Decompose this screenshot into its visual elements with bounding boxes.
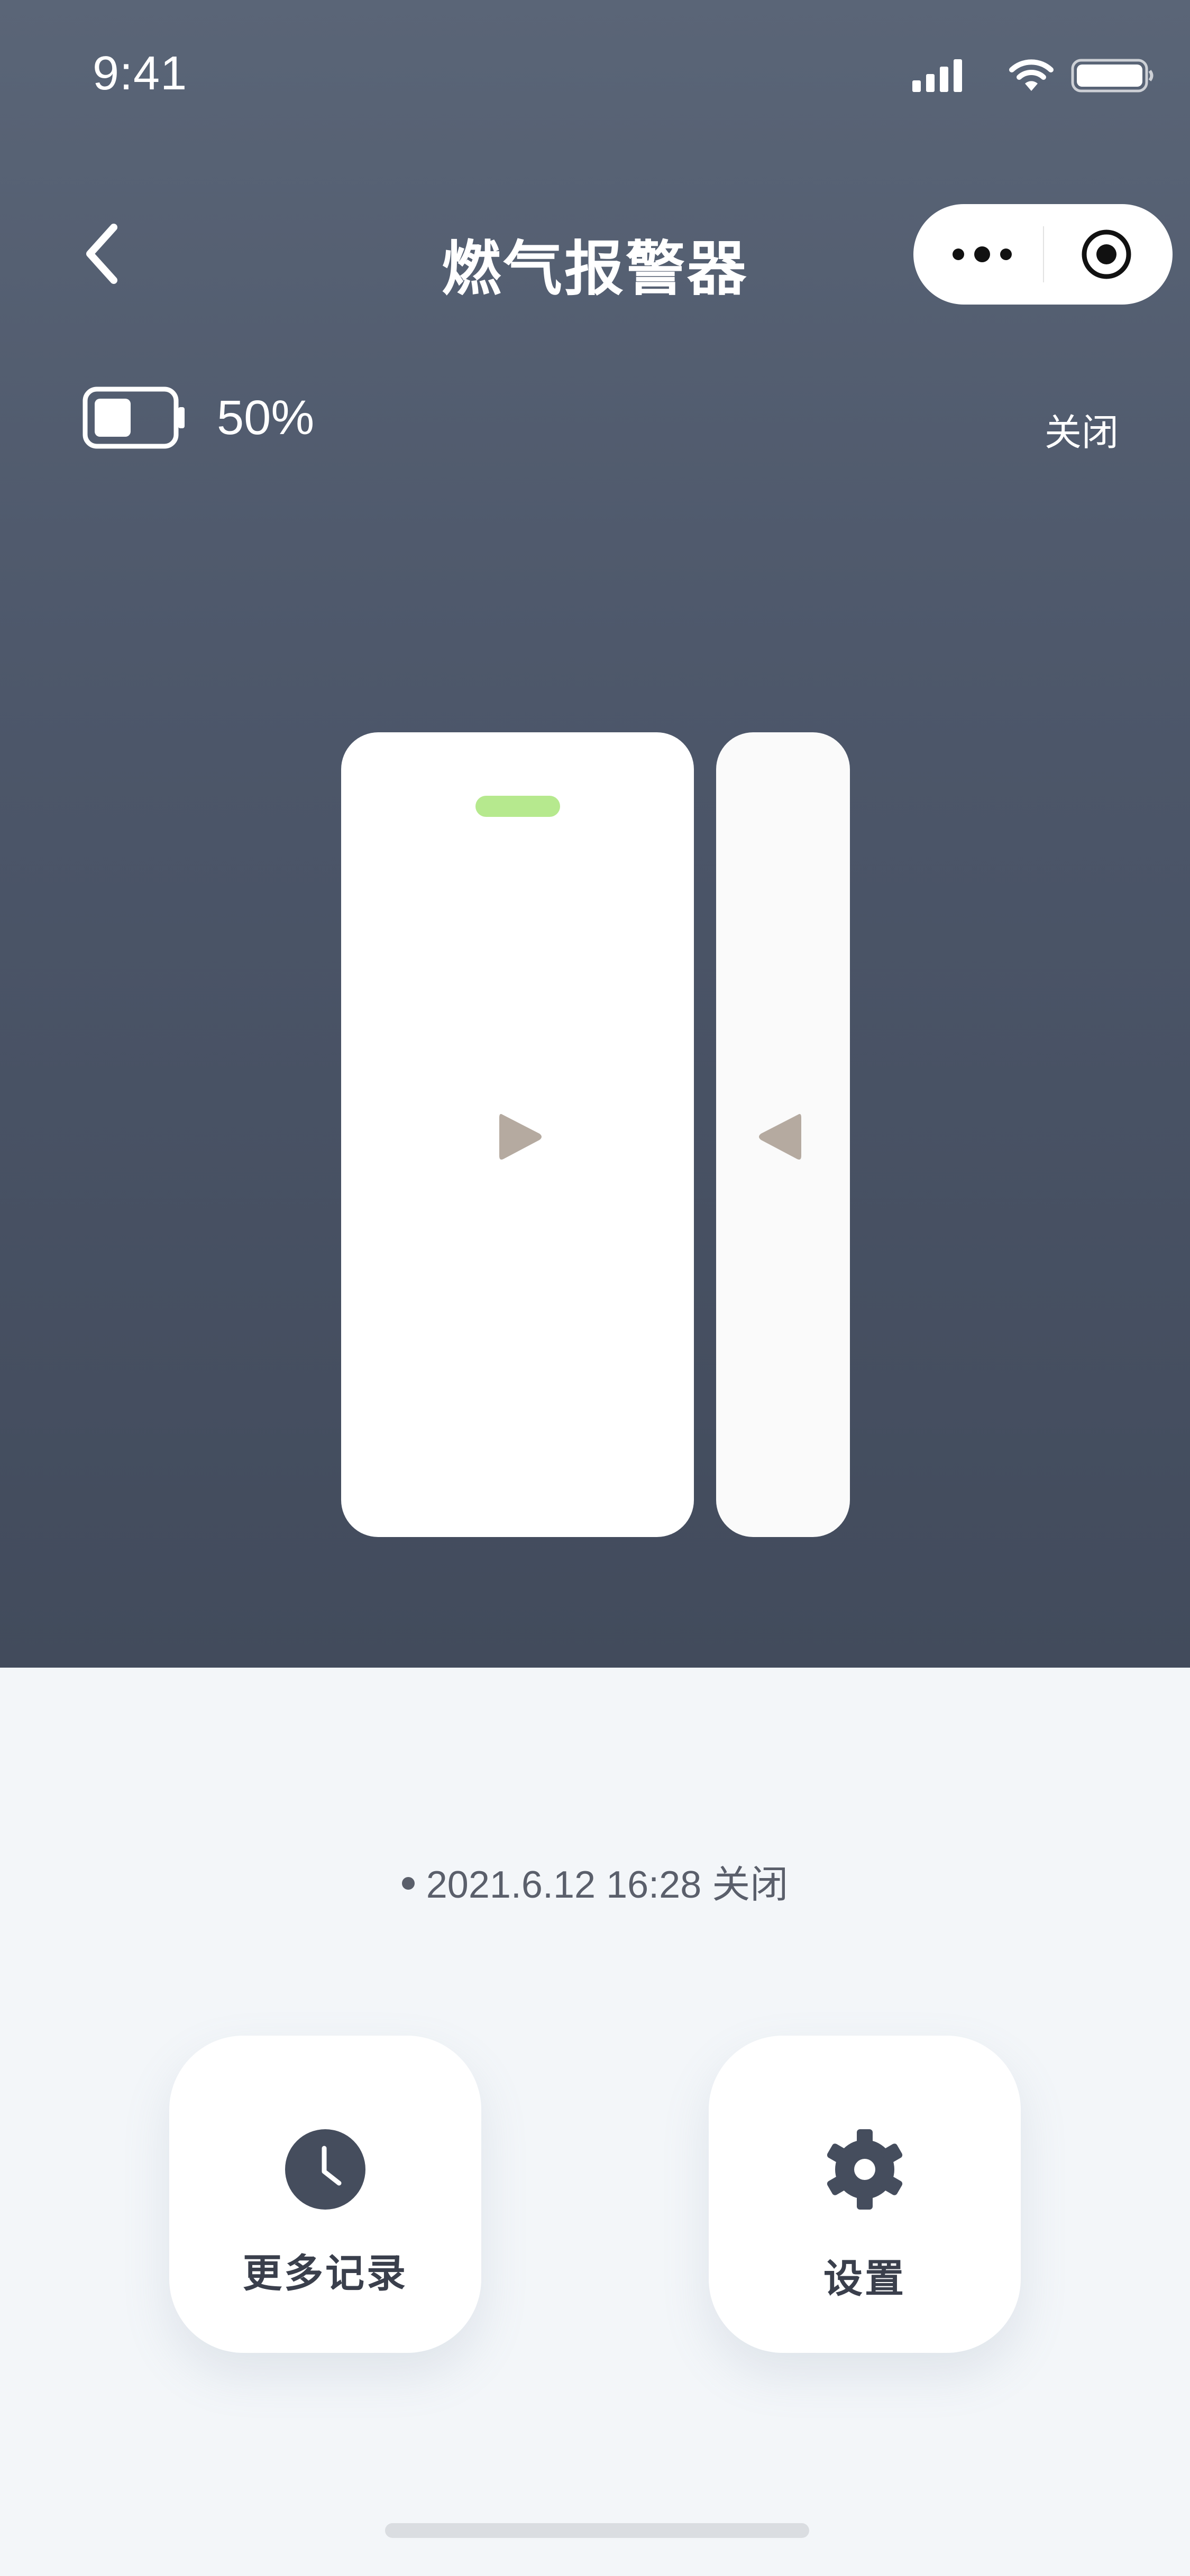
signal-icon bbox=[912, 59, 962, 92]
settings-button[interactable]: 设置 bbox=[709, 2036, 1021, 2353]
arrow-right-icon bbox=[499, 1114, 542, 1160]
status-time: 9:41 bbox=[93, 47, 188, 100]
door-sensor-illustration bbox=[0, 732, 1190, 1541]
more-records-label: 更多记录 bbox=[243, 2251, 408, 2295]
latest-record: 2021.6.12 16:28 关闭 bbox=[0, 1853, 1190, 1909]
sensor-magnet-unit bbox=[716, 732, 850, 1537]
device-state: 关闭 bbox=[1045, 412, 1119, 453]
clock-icon bbox=[285, 2129, 365, 2210]
status-bar: 9:41 bbox=[0, 0, 1190, 100]
settings-label: 设置 bbox=[823, 2257, 906, 2301]
wifi-icon bbox=[1009, 59, 1054, 91]
battery-row: 50% 关闭 bbox=[0, 381, 1190, 455]
more-dots-icon bbox=[953, 246, 1012, 262]
home-indicator[interactable] bbox=[385, 2523, 809, 2538]
record-bullet bbox=[401, 1876, 415, 1890]
sensor-led-indicator bbox=[475, 796, 560, 817]
nav-bar: 燃气报警器 bbox=[0, 201, 1190, 307]
more-records-button[interactable]: 更多记录 bbox=[169, 2036, 481, 2353]
battery-level: 50% bbox=[217, 391, 315, 445]
battery-icon bbox=[83, 387, 185, 449]
record-text: 2021.6.12 16:28 关闭 bbox=[426, 1864, 789, 1906]
gear-icon bbox=[827, 2129, 903, 2210]
target-icon bbox=[1082, 229, 1131, 279]
sensor-main-unit bbox=[341, 732, 694, 1537]
close-program-button[interactable] bbox=[1067, 228, 1146, 281]
capsule-divider bbox=[1043, 226, 1044, 282]
more-options-button[interactable] bbox=[942, 228, 1022, 281]
mini-program-capsule bbox=[913, 204, 1173, 305]
battery-status-icon bbox=[1071, 59, 1154, 93]
device-header-panel: 9:41 燃气报警器 50% 关闭 bbox=[0, 0, 1190, 1668]
arrow-left-icon bbox=[759, 1114, 801, 1160]
